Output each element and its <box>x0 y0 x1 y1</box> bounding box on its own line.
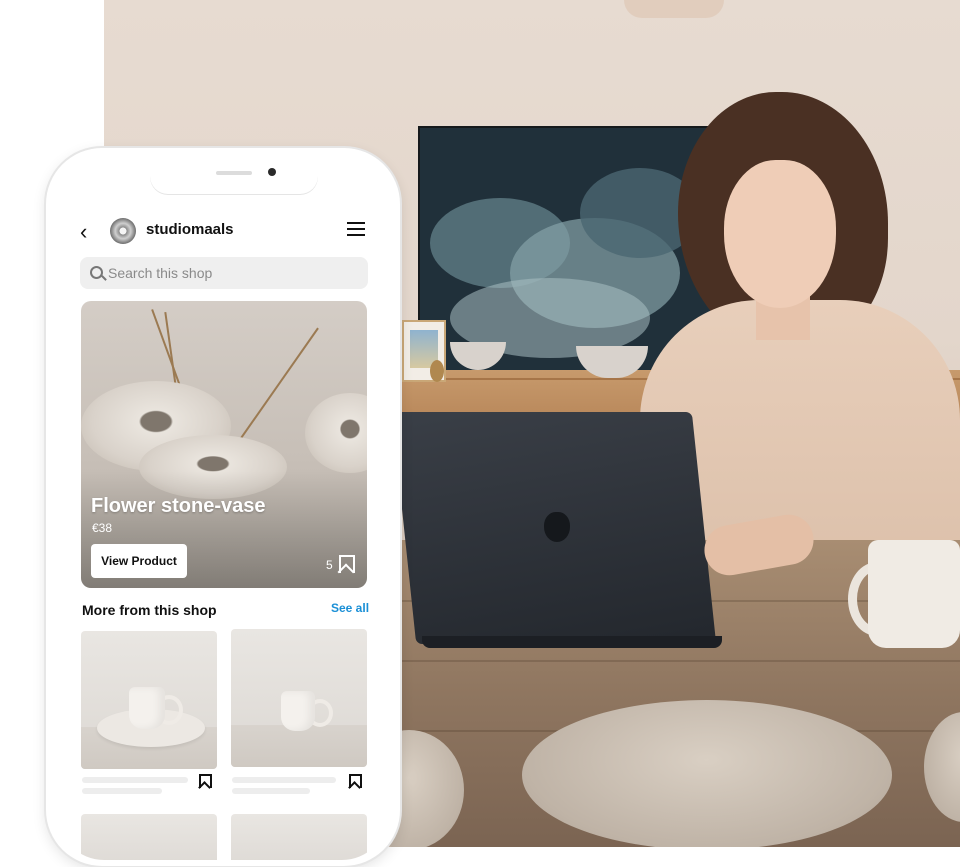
cup <box>129 687 165 729</box>
view-product-button[interactable]: View Product <box>91 544 187 578</box>
tile-title-placeholder <box>82 777 188 783</box>
shop-username[interactable]: studiomaals <box>146 221 234 238</box>
search-input[interactable]: Search this shop <box>80 257 368 289</box>
bookmark-icon[interactable] <box>349 774 362 788</box>
avatar[interactable] <box>110 218 136 244</box>
product-tile[interactable] <box>81 631 217 769</box>
vase-right <box>305 393 367 473</box>
phone-screen: ‹ studiomaals Search this shop Flower st… <box>58 160 388 860</box>
product-tile[interactable] <box>81 814 217 860</box>
bookmark-icon[interactable] <box>199 774 212 788</box>
chevron-left-icon[interactable]: ‹ <box>80 220 87 244</box>
cup <box>281 691 315 731</box>
tile-price-placeholder <box>232 788 310 794</box>
bookmark-icon[interactable] <box>339 555 355 573</box>
see-all-link[interactable]: See all <box>331 601 369 615</box>
phone-mockup: ‹ studiomaals Search this shop Flower st… <box>46 148 400 866</box>
product-title: Flower stone-vase <box>91 495 266 517</box>
search-placeholder: Search this shop <box>108 265 213 281</box>
product-tile[interactable] <box>231 814 367 860</box>
featured-product-card[interactable]: Flower stone-vase €38 View Product 5 <box>81 301 367 588</box>
product-price: €38 <box>92 521 113 535</box>
phone-notch <box>150 160 318 194</box>
save-count: 5 <box>326 558 333 572</box>
front-camera <box>268 168 276 176</box>
plate-large <box>522 700 892 847</box>
wall-lamp <box>624 0 724 18</box>
speaker-grille <box>216 171 252 175</box>
laptop-base <box>422 636 722 648</box>
tile-price-placeholder <box>82 788 162 794</box>
shop-header: ‹ studiomaals <box>58 216 388 248</box>
search-icon <box>90 266 103 279</box>
small-vase <box>430 360 444 382</box>
product-tile[interactable] <box>231 629 367 767</box>
person-face <box>724 160 836 308</box>
section-title: More from this shop <box>82 602 217 618</box>
hamburger-menu-icon[interactable] <box>347 222 365 240</box>
apple-logo-icon <box>544 512 570 542</box>
tile-title-placeholder <box>232 777 336 783</box>
speckled-mug <box>868 540 960 648</box>
